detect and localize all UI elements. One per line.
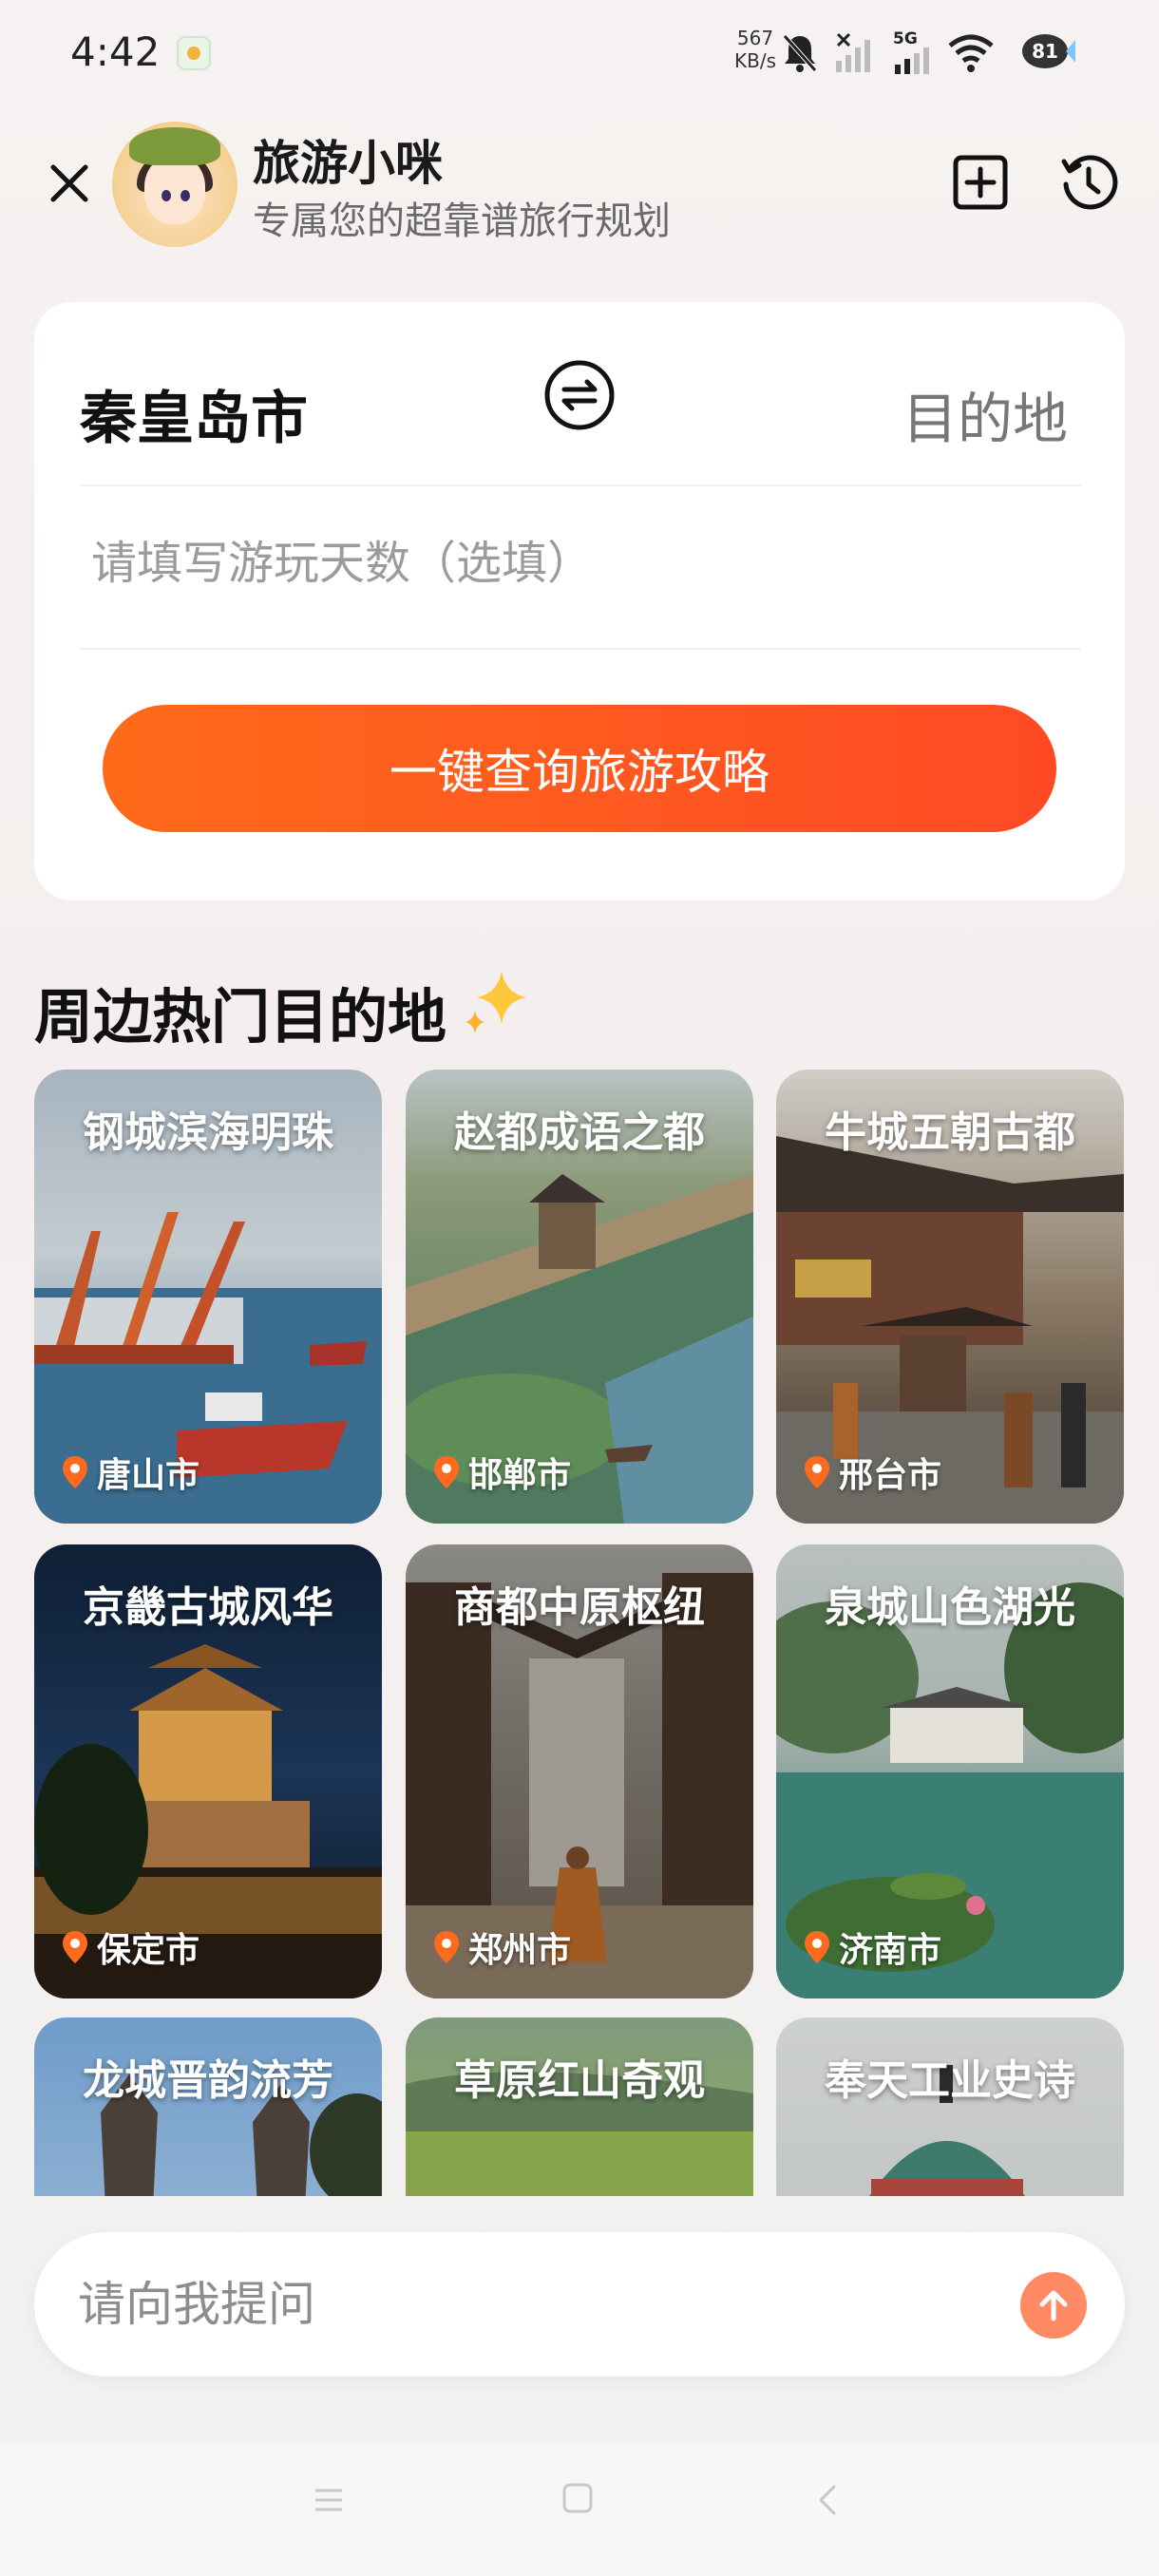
location-pin-icon	[63, 1456, 87, 1488]
battery-icon: 81	[1022, 34, 1075, 68]
location-pin-icon	[805, 1456, 829, 1488]
destination-card[interactable]: 京畿古城风华 保定市	[34, 1544, 382, 1998]
divider	[80, 648, 1081, 650]
destination-field[interactable]: 目的地	[902, 374, 1068, 454]
ask-input[interactable]	[78, 2268, 933, 2340]
status-bar: 4:42 567 KB/s 5G 81	[0, 0, 1159, 104]
destination-card[interactable]: 钢城滨海明珠 唐山市	[34, 1070, 382, 1524]
location-pin-icon	[63, 1931, 87, 1963]
destination-location: 唐山市	[61, 1448, 200, 1497]
network-speed-unit: KB/s	[734, 49, 776, 72]
destination-city: 邯郸市	[468, 1456, 572, 1495]
new-chat-icon[interactable]	[950, 152, 1011, 213]
days-input[interactable]	[91, 530, 1041, 597]
send-button[interactable]	[1020, 2272, 1087, 2339]
section-title: 周边热门目的地	[34, 982, 447, 1051]
network-speed-value: 567	[736, 27, 774, 49]
network-speed: 567 KB/s	[733, 27, 777, 72]
close-icon[interactable]	[46, 160, 93, 207]
destination-city: 济南市	[839, 1931, 942, 1970]
divider	[80, 484, 1081, 486]
home-icon[interactable]	[560, 2481, 595, 2515]
system-nav-bar	[0, 2443, 1159, 2576]
grassland-photo	[406, 2017, 753, 2196]
back-icon[interactable]	[813, 2481, 842, 2519]
trip-search-card: 秦皇岛市 目的地 一键查询旅游攻略	[34, 302, 1125, 900]
dome-building-photo	[776, 2017, 1124, 2196]
network-type: 5G	[893, 30, 918, 48]
avatar	[112, 122, 238, 247]
location-pin-icon	[434, 1931, 459, 1963]
destination-title: 草原红山奇观	[454, 2056, 705, 2105]
destination-city: 邢台市	[839, 1456, 942, 1495]
destination-title: 泉城山色湖光	[825, 1583, 1075, 1632]
destination-city: 郑州市	[468, 1931, 572, 1970]
destination-card[interactable]: 赵都成语之都 邯郸市	[406, 1070, 753, 1524]
app-notification-icon	[177, 36, 211, 70]
swap-icon[interactable]	[543, 359, 616, 431]
location-pin-icon	[434, 1456, 459, 1488]
location-pin-icon	[805, 1931, 829, 1963]
destination-card[interactable]: 龙城晋韵流芳	[34, 2017, 382, 2196]
menu-icon[interactable]	[310, 2481, 348, 2519]
battery-level: 81	[1032, 40, 1058, 63]
destination-title: 商都中原枢纽	[454, 1583, 705, 1632]
signal-2-icon: 5G	[893, 30, 929, 74]
destination-location: 保定市	[61, 1923, 200, 1972]
destination-title: 龙城晋韵流芳	[83, 2056, 333, 2105]
assistant-tagline: 专属您的超靠谱旅行规划	[253, 199, 671, 243]
wifi-icon	[948, 34, 994, 72]
destination-card[interactable]: 商都中原枢纽 郑州市	[406, 1544, 753, 1998]
signal-1-icon	[836, 32, 870, 72]
query-guide-button[interactable]: 一键查询旅游攻略	[103, 705, 1056, 832]
destination-card[interactable]: 牛城五朝古都 邢台市	[776, 1070, 1124, 1524]
arrow-up-icon	[1039, 2290, 1068, 2321]
pagoda-photo	[34, 2017, 382, 2196]
destination-location: 郑州市	[432, 1923, 571, 1972]
destination-card[interactable]: 草原红山奇观	[406, 2017, 753, 2196]
history-icon[interactable]	[1058, 152, 1119, 213]
destination-city: 保定市	[97, 1931, 200, 1970]
sparkle-icon	[466, 971, 526, 1033]
destination-title: 赵都成语之都	[454, 1108, 705, 1157]
status-time: 4:42	[70, 28, 161, 75]
bell-muted-icon	[783, 34, 817, 72]
ask-bar	[34, 2232, 1125, 2377]
destination-location: 邢台市	[803, 1448, 941, 1497]
assistant-name: 旅游小咪	[253, 136, 443, 191]
destination-title: 京畿古城风华	[83, 1583, 333, 1632]
destination-card[interactable]: 泉城山色湖光 济南市	[776, 1544, 1124, 1998]
destination-title: 牛城五朝古都	[825, 1108, 1075, 1157]
destination-card[interactable]: 奉天工业史诗	[776, 2017, 1124, 2196]
destination-title: 钢城滨海明珠	[83, 1108, 333, 1157]
destination-title: 奉天工业史诗	[825, 2056, 1075, 2105]
destination-location: 济南市	[803, 1923, 941, 1972]
header: 旅游小咪 专属您的超靠谱旅行规划	[0, 112, 1159, 255]
origin-city[interactable]: 秦皇岛市	[80, 372, 308, 455]
destination-grid: 钢城滨海明珠 唐山市 赵都成语之都 邯郸市 牛城五朝古都 邢台市 京畿古城风华 …	[0, 1070, 1159, 2196]
status-icons: 5G	[781, 27, 996, 80]
destination-city: 唐山市	[97, 1456, 200, 1495]
destination-location: 邯郸市	[432, 1448, 571, 1497]
